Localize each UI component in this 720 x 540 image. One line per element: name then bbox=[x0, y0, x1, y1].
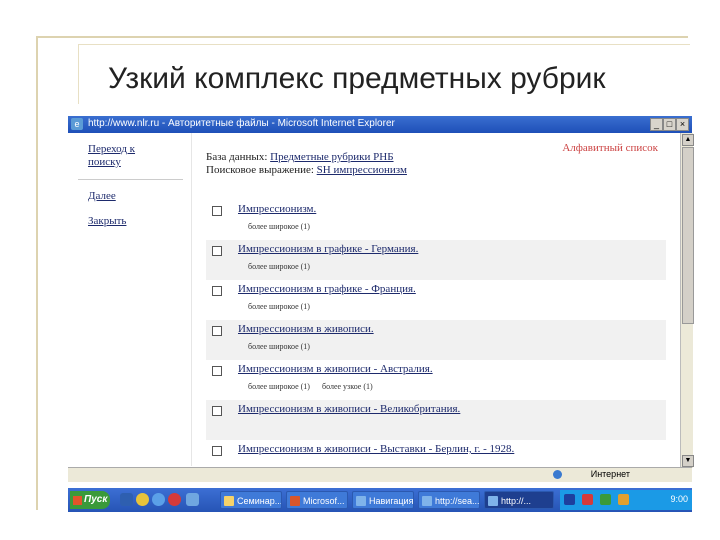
result-item: Импрессионизм. более широкое (1) bbox=[206, 200, 666, 240]
task-http-sea[interactable]: http://sea... bbox=[418, 491, 480, 509]
goto-search-label-2: поиску bbox=[88, 156, 121, 168]
scroll-down-arrow[interactable]: ▼ bbox=[682, 455, 694, 467]
tray-app-icon[interactable] bbox=[600, 494, 611, 505]
browser-icon bbox=[488, 496, 498, 506]
folder-icon bbox=[224, 496, 234, 506]
result-title-link[interactable]: Импрессионизм в живописи - Выставки - Бе… bbox=[238, 443, 514, 455]
database-link[interactable]: Предметные рубрики РНБ bbox=[270, 151, 393, 163]
result-broader-link[interactable]: более широкое (1) bbox=[248, 262, 310, 271]
results-list: Импрессионизм. более широкое (1) Импресс… bbox=[206, 200, 666, 480]
nav-separator bbox=[78, 179, 183, 180]
browser-icon bbox=[422, 496, 432, 506]
left-nav: Переход к поиску Далее Закрыть bbox=[68, 133, 192, 466]
window-titlebar: e http://www.nlr.ru - Авторитетные файлы… bbox=[68, 116, 692, 133]
ie-icon: e bbox=[71, 118, 83, 130]
result-title-link[interactable]: Импрессионизм в графике - Франция. bbox=[238, 283, 416, 295]
start-button[interactable]: Пуск bbox=[70, 491, 110, 509]
result-checkbox[interactable] bbox=[212, 286, 222, 296]
result-title-link[interactable]: Импрессионизм в графике - Германия. bbox=[238, 243, 418, 255]
result-item: Импрессионизм в графике - Франция. более… bbox=[206, 280, 666, 320]
result-checkbox[interactable] bbox=[212, 246, 222, 256]
quicklaunch-chrome-icon[interactable] bbox=[136, 493, 149, 506]
goto-search-label-1: Переход к bbox=[88, 143, 136, 155]
quicklaunch-desktop-icon[interactable] bbox=[186, 493, 199, 506]
result-title-link[interactable]: Импрессионизм. bbox=[238, 203, 316, 215]
scroll-thumb[interactable] bbox=[682, 147, 694, 324]
status-bar: Интернет bbox=[68, 467, 692, 482]
result-checkbox[interactable] bbox=[212, 406, 222, 416]
database-label: База данных: bbox=[206, 151, 268, 163]
next-link[interactable]: Далее bbox=[88, 190, 116, 203]
result-narrower-link[interactable]: более узкое (1) bbox=[322, 382, 373, 391]
result-title-link[interactable]: Импрессионизм в живописи - Великобритани… bbox=[238, 403, 460, 415]
task-http-active[interactable]: http://... bbox=[484, 491, 554, 509]
task-microsoft[interactable]: Microsof... bbox=[286, 491, 348, 509]
result-broader-link[interactable]: более широкое (1) bbox=[248, 302, 310, 311]
task-label: http://... bbox=[501, 496, 532, 506]
task-label: Microsof... bbox=[303, 496, 345, 506]
quicklaunch-ie-icon[interactable] bbox=[152, 493, 165, 506]
result-item: Импрессионизм в живописи - Австралия. бо… bbox=[206, 360, 666, 400]
alphabetical-list-link[interactable]: Алфавитный список bbox=[562, 142, 658, 154]
task-label: Навигация... bbox=[369, 496, 414, 506]
result-checkbox[interactable] bbox=[212, 326, 222, 336]
browser-icon bbox=[356, 496, 366, 506]
quicklaunch-opera-icon[interactable] bbox=[168, 493, 181, 506]
clock: 9:00 bbox=[670, 494, 688, 504]
slide-title: Узкий комплекс предметных рубрик bbox=[108, 62, 606, 95]
goto-search-link[interactable]: Переход к поиску bbox=[88, 143, 135, 169]
tray-app-icon[interactable] bbox=[618, 494, 629, 505]
result-broader-link[interactable]: более широкое (1) bbox=[248, 342, 310, 351]
query-label: Поисковое выражение: bbox=[206, 164, 314, 176]
main-content: База данных: Предметные рубрики РНБ Поис… bbox=[192, 133, 680, 466]
result-broader-link[interactable]: более широкое (1) bbox=[248, 382, 310, 391]
result-broader-link[interactable]: более широкое (1) bbox=[248, 222, 310, 231]
internet-zone-icon bbox=[553, 470, 562, 479]
result-title-link[interactable]: Импрессионизм в живописи - Австралия. bbox=[238, 363, 433, 375]
slide-frame-inner-vertical bbox=[78, 44, 79, 104]
query-value[interactable]: SH импрессионизм bbox=[317, 164, 407, 176]
windows-flag-icon bbox=[73, 496, 82, 505]
scroll-up-arrow[interactable]: ▲ bbox=[682, 134, 694, 146]
system-tray: 9:00 bbox=[560, 490, 692, 510]
taskbar: Пуск Семинар... Microsof... Навигация...… bbox=[68, 488, 692, 512]
result-item: Импрессионизм в живописи - Великобритани… bbox=[206, 400, 666, 440]
close-button[interactable]: × bbox=[676, 118, 689, 131]
vertical-scrollbar[interactable]: ▲ ▼ bbox=[680, 133, 694, 468]
slide-frame-vertical bbox=[36, 36, 38, 510]
task-seminar[interactable]: Семинар... bbox=[220, 491, 282, 509]
tray-app-icon[interactable] bbox=[582, 494, 593, 505]
minimize-button[interactable]: _ bbox=[650, 118, 663, 131]
result-item: Импрессионизм в живописи. более широкое … bbox=[206, 320, 666, 360]
quicklaunch-word-icon[interactable] bbox=[120, 493, 133, 506]
task-navigation[interactable]: Навигация... bbox=[352, 491, 414, 509]
result-title-link[interactable]: Импрессионизм в живописи. bbox=[238, 323, 374, 335]
query-line: Поисковое выражение: SH импрессионизм bbox=[206, 164, 407, 176]
maximize-button[interactable]: □ bbox=[663, 118, 676, 131]
result-checkbox[interactable] bbox=[212, 366, 222, 376]
internet-zone-label: Интернет bbox=[590, 469, 630, 479]
powerpoint-icon bbox=[290, 496, 300, 506]
result-checkbox[interactable] bbox=[212, 446, 222, 456]
window-title: http://www.nlr.ru - Авторитетные файлы -… bbox=[88, 118, 395, 129]
slide-frame-horizontal bbox=[36, 36, 688, 38]
slide-frame-inner-horizontal bbox=[78, 44, 690, 45]
start-label: Пуск bbox=[84, 494, 108, 505]
close-link[interactable]: Закрыть bbox=[88, 215, 126, 228]
result-item: Импрессионизм в графике - Германия. боле… bbox=[206, 240, 666, 280]
database-line: База данных: Предметные рубрики РНБ bbox=[206, 151, 394, 163]
task-label: http://sea... bbox=[435, 496, 480, 506]
task-label: Семинар... bbox=[237, 496, 282, 506]
browser-window: e http://www.nlr.ru - Авторитетные файлы… bbox=[68, 116, 694, 514]
result-checkbox[interactable] bbox=[212, 206, 222, 216]
language-icon[interactable] bbox=[564, 494, 575, 505]
